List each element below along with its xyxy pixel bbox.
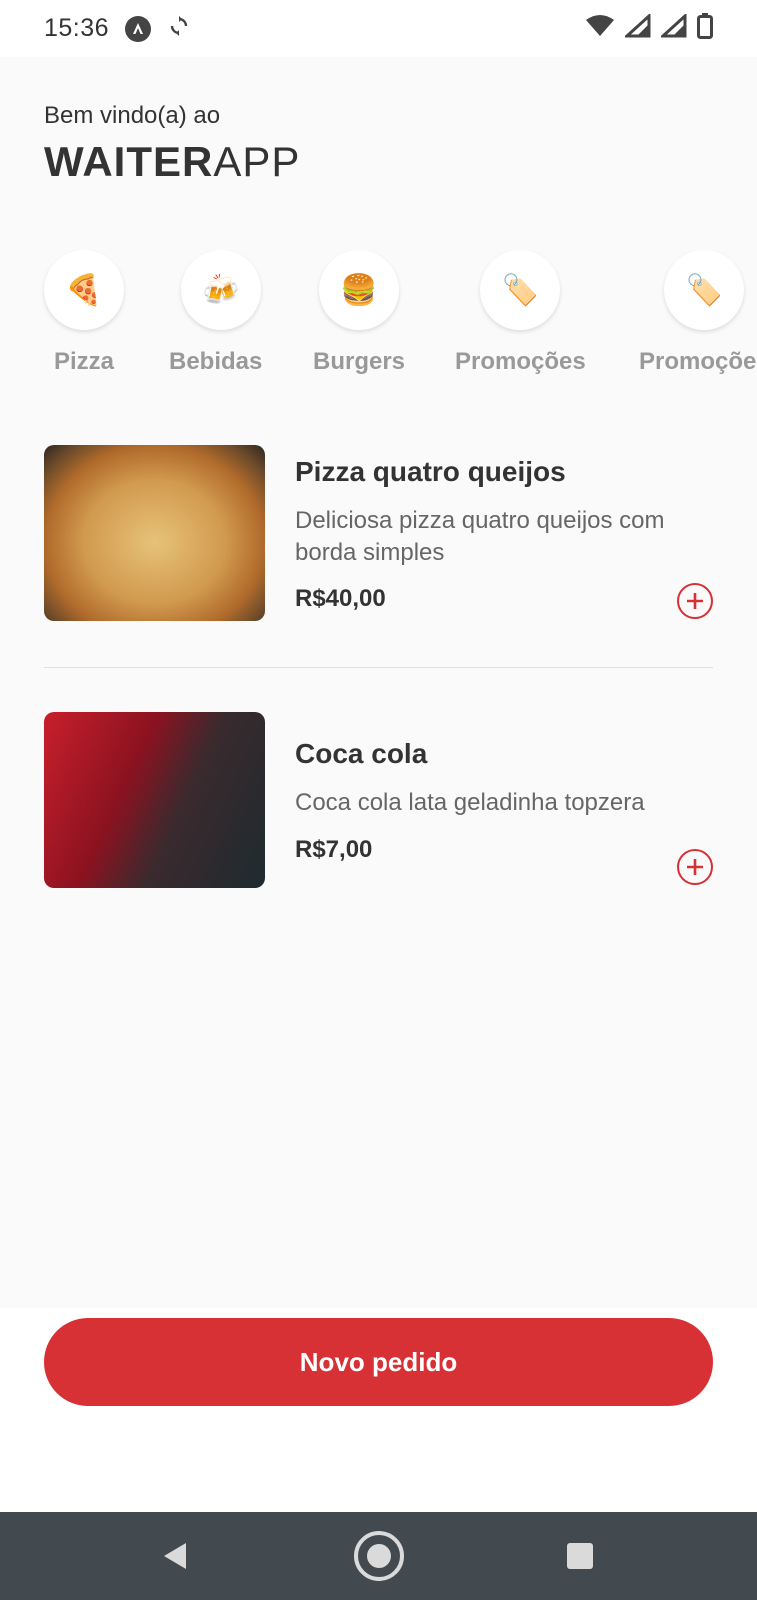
signal-icon: [623, 12, 651, 43]
greeting-text: Bem vindo(a) ao: [44, 102, 221, 129]
back-icon: [164, 1543, 186, 1569]
plus-icon: [687, 593, 703, 609]
pizza-photo: [44, 445, 265, 621]
tag-icon: 🏷️: [480, 250, 561, 330]
product-price: R$7,00: [295, 836, 373, 863]
product-description: Deliciosa pizza quatro queijos com borda…: [295, 507, 665, 566]
divider: [44, 667, 713, 668]
add-to-order-button[interactable]: [677, 849, 713, 885]
product-image: [44, 445, 265, 621]
signal-icon: [659, 12, 687, 43]
burger-icon: 🍔: [319, 250, 400, 330]
product-description: Coca cola lata geladinha topzera: [295, 789, 645, 816]
app-notification-icon: [125, 15, 152, 42]
category-label: Promoções: [455, 348, 586, 375]
status-left: 15:36: [44, 14, 191, 43]
product-image: [44, 712, 265, 888]
sync-icon: [167, 14, 191, 43]
wifi-icon: [585, 14, 615, 43]
category-bebidas[interactable]: 🍻 Bebidas: [169, 250, 262, 376]
product-item[interactable]: Coca cola Coca cola lata geladinha topze…: [44, 712, 713, 888]
category-promocoes[interactable]: 🏷️ Promoções: [455, 250, 586, 376]
tag-icon: 🏷️: [664, 250, 745, 330]
back-button[interactable]: [140, 1512, 210, 1600]
product-price: R$40,00: [295, 585, 386, 612]
recents-button[interactable]: [545, 1512, 615, 1600]
brand-bold: WAITER: [44, 138, 214, 185]
home-button[interactable]: [344, 1512, 414, 1600]
battery-icon: [697, 13, 713, 44]
footer: Novo pedido: [0, 1308, 757, 1512]
new-order-button[interactable]: Novo pedido: [44, 1318, 713, 1406]
beer-icon: 🍻: [180, 250, 261, 330]
brand-light: APP: [213, 138, 301, 185]
category-label: Bebidas: [169, 348, 263, 375]
home-icon: [354, 1531, 404, 1581]
add-to-order-button[interactable]: [677, 583, 713, 619]
status-time: 15:36: [44, 14, 110, 42]
recents-icon: [567, 1543, 593, 1569]
category-burgers[interactable]: 🍔 Burgers: [313, 250, 405, 376]
product-name: Coca cola: [295, 738, 428, 769]
category-pizza[interactable]: 🍕 Pizza: [44, 250, 124, 376]
plus-icon: [687, 859, 703, 875]
pizza-icon: 🍕: [44, 250, 124, 330]
status-bar: 15:36: [0, 0, 757, 57]
status-right: [585, 12, 713, 44]
coke-photo: [44, 712, 265, 888]
system-nav-bar: [0, 1512, 757, 1600]
product-item[interactable]: Pizza quatro queijos Deliciosa pizza qua…: [44, 445, 713, 621]
category-label: Burgers: [313, 348, 406, 375]
brand-logo: WAITERAPP: [44, 138, 300, 186]
product-name: Pizza quatro queijos: [295, 456, 566, 487]
category-label: Promoções: [639, 348, 757, 375]
category-label: Pizza: [53, 348, 115, 375]
category-list[interactable]: 🍕 Pizza 🍻 Bebidas 🍔 Burgers 🏷️ Promoções…: [0, 250, 757, 390]
category-promocoes-2[interactable]: 🏷️ Promoções: [639, 250, 757, 376]
